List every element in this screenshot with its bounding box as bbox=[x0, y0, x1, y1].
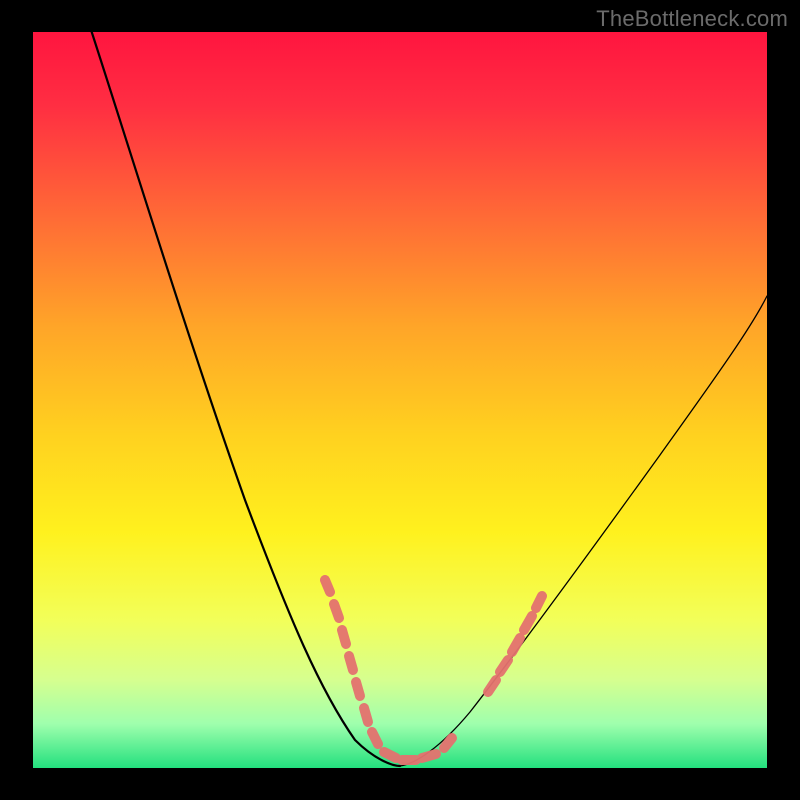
plot-area bbox=[33, 32, 767, 768]
chart-svg bbox=[0, 0, 800, 800]
watermark-text: TheBottleneck.com bbox=[596, 6, 788, 32]
chart-frame: TheBottleneck.com bbox=[0, 0, 800, 800]
